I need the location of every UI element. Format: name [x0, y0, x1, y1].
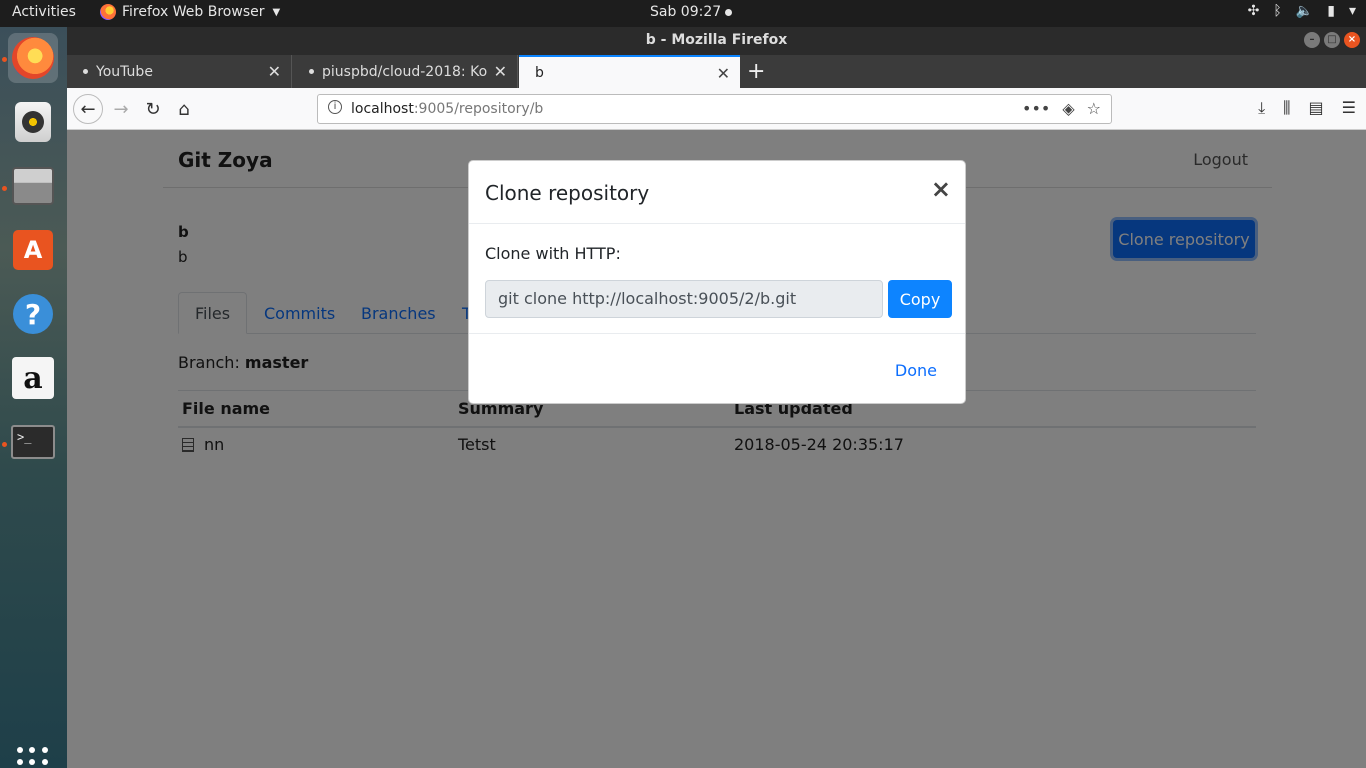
dock-amazon[interactable]: a [8, 353, 58, 403]
dock-software[interactable]: A [8, 225, 58, 275]
dock-rhythmbox[interactable] [8, 97, 58, 147]
url-host: localhost [351, 101, 414, 117]
running-indicator-icon [2, 442, 7, 447]
caret-down-icon: ▼ [272, 6, 281, 18]
navigation-bar: ← → ↻ ⌂ i localhost:9005/repository/b ••… [67, 88, 1366, 130]
downloads-icon[interactable]: ⤓ [1258, 98, 1265, 118]
close-icon[interactable]: × [931, 175, 951, 203]
reload-icon[interactable]: ↻ [139, 95, 167, 123]
tab-b[interactable]: b ✕ [519, 55, 740, 88]
system-tray[interactable]: ✣ ᛒ 🔈 ▮ ▾ [1248, 3, 1356, 19]
menu-icon[interactable]: ☰ [1342, 98, 1356, 118]
clone-http-label: Clone with HTTP: [485, 244, 621, 263]
battery-icon[interactable]: ▮ [1327, 3, 1335, 19]
minimize-icon[interactable]: – [1304, 32, 1320, 48]
new-tab-icon[interactable]: + [747, 59, 765, 84]
window-titlebar: b - Mozilla Firefox – □ × [67, 27, 1366, 55]
app-menu[interactable]: Firefox Web Browser ▼ [100, 4, 280, 20]
tab-label: YouTube [96, 63, 153, 80]
files-icon [12, 167, 54, 205]
close-tab-icon[interactable]: ✕ [494, 62, 507, 81]
dock-firefox[interactable] [8, 33, 58, 83]
tab-github[interactable]: piuspbd/cloud-2018: Kon ✕ [293, 55, 518, 88]
software-center-icon: A [13, 230, 53, 270]
running-indicator-icon [2, 186, 7, 191]
toolbar-right: ⤓ ⫼ ▤ ☰ [1258, 98, 1356, 118]
app-menu-label: Firefox Web Browser [122, 4, 265, 20]
back-icon[interactable]: ← [73, 94, 103, 124]
pocket-icon[interactable]: ◈ [1062, 99, 1074, 118]
system-menu-caret-icon[interactable]: ▾ [1349, 3, 1356, 19]
bookmark-star-icon[interactable]: ☆ [1087, 99, 1101, 118]
notification-dot-icon [725, 8, 733, 16]
page-actions-icon[interactable]: ••• [1022, 99, 1050, 118]
tab-label: b [535, 64, 544, 81]
tab-strip: YouTube ✕ piuspbd/cloud-2018: Kon ✕ b ✕ … [67, 55, 1366, 88]
url-path: :9005/repository/b [413, 101, 544, 117]
activities-button[interactable]: Activities [12, 4, 76, 20]
window-title: b - Mozilla Firefox [645, 32, 788, 48]
modal-title: Clone repository [485, 181, 650, 205]
dock-files[interactable] [8, 161, 58, 211]
rhythmbox-icon [15, 102, 51, 142]
accessibility-icon[interactable]: ✣ [1248, 3, 1260, 19]
tab-label: piuspbd/cloud-2018: Kon [322, 63, 487, 80]
clone-modal: Clone repository × Clone with HTTP: git … [468, 160, 966, 404]
tab-loading-icon [83, 69, 88, 74]
url-tools: ••• ◈ ☆ [1022, 99, 1101, 118]
modal-header: Clone repository × [469, 161, 965, 224]
url-text[interactable]: localhost:9005/repository/b [351, 101, 543, 117]
window-controls: – □ × [1304, 32, 1360, 48]
site-info-icon[interactable]: i [328, 100, 342, 114]
tab-youtube[interactable]: YouTube ✕ [67, 55, 292, 88]
dock-terminal[interactable]: >_ [8, 417, 58, 467]
sidebar-icon[interactable]: ▤ [1309, 98, 1324, 118]
terminal-icon: >_ [11, 425, 55, 459]
clock-label: Sab 09:27 [650, 4, 722, 20]
gnome-top-bar: Activities Firefox Web Browser ▼ Sab 09:… [0, 0, 1366, 27]
help-icon: ? [13, 294, 53, 334]
show-applications-icon[interactable] [17, 747, 49, 768]
home-icon[interactable]: ⌂ [170, 95, 198, 123]
dock: A ? a >_ [0, 27, 67, 768]
tab-loading-icon [309, 69, 314, 74]
firefox-icon [100, 4, 116, 20]
forward-icon[interactable]: → [107, 95, 135, 123]
close-tab-icon[interactable]: ✕ [717, 64, 730, 83]
maximize-icon[interactable]: □ [1324, 32, 1340, 48]
copy-button[interactable]: Copy [888, 280, 952, 318]
modal-body: Clone with HTTP: git clone http://localh… [469, 224, 965, 334]
firefox-icon [12, 37, 54, 79]
done-button[interactable]: Done [895, 361, 937, 380]
dock-help[interactable]: ? [8, 289, 58, 339]
running-indicator-icon [2, 57, 7, 62]
bluetooth-icon[interactable]: ᛒ [1273, 3, 1281, 19]
url-bar[interactable]: i localhost:9005/repository/b ••• ◈ ☆ [317, 94, 1112, 124]
library-icon[interactable]: ⫼ [1283, 98, 1290, 118]
close-window-icon[interactable]: × [1344, 32, 1360, 48]
amazon-icon: a [12, 357, 54, 399]
volume-icon[interactable]: 🔈 [1296, 3, 1313, 19]
close-tab-icon[interactable]: ✕ [268, 62, 281, 81]
clock[interactable]: Sab 09:27 [650, 4, 733, 20]
clone-url-field[interactable]: git clone http://localhost:9005/2/b.git [485, 280, 883, 318]
